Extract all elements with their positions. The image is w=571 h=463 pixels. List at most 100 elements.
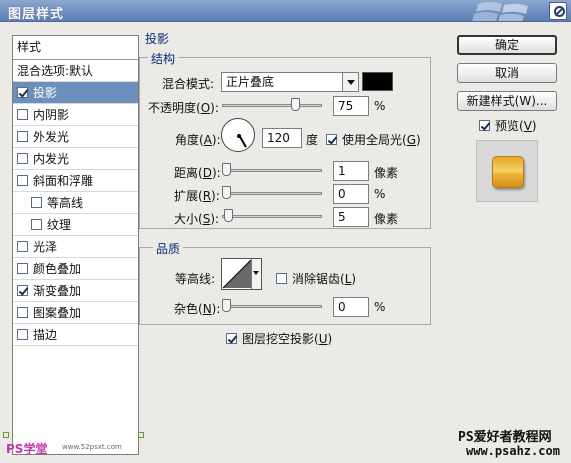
- size-unit: 像素: [374, 212, 399, 226]
- distance-input[interactable]: 1: [333, 161, 369, 181]
- checkbox-icon[interactable]: [17, 263, 28, 274]
- preview-checkbox[interactable]: 预览(V): [479, 117, 537, 134]
- style-list-item-label: 斜面和浮雕: [33, 174, 94, 188]
- opacity-unit: %: [374, 99, 386, 113]
- angle-label: 角度(A):: [175, 133, 221, 147]
- style-list-item-label: 投影: [33, 86, 58, 100]
- style-list-item-label: 外发光: [33, 130, 70, 144]
- style-list-item-label: 内阴影: [33, 108, 70, 122]
- distance-slider[interactable]: [222, 163, 322, 176]
- contour-curve-icon: [222, 259, 252, 289]
- checkbox-icon[interactable]: [326, 134, 337, 145]
- checkbox-icon[interactable]: [17, 329, 28, 340]
- checkbox-icon[interactable]: [17, 131, 28, 142]
- opacity-label: 不透明度(O):: [148, 101, 219, 115]
- spread-input[interactable]: 0: [333, 184, 369, 204]
- opacity-slider[interactable]: [222, 98, 322, 111]
- style-list-item-label: 光泽: [33, 240, 58, 254]
- checkbox-icon[interactable]: [17, 175, 28, 186]
- styles-list: 样式 混合选项:默认投影内阴影外发光内发光斜面和浮雕等高线纹理光泽颜色叠加渐变叠…: [12, 35, 139, 455]
- corner-mark: [3, 432, 9, 438]
- quality-group-title: 品质: [153, 240, 184, 257]
- window-title: 图层样式: [8, 7, 65, 22]
- style-list-item[interactable]: 渐变叠加: [13, 280, 138, 302]
- preview-swatch: [492, 156, 524, 188]
- style-list-item[interactable]: 描边: [13, 324, 138, 346]
- noise-unit: %: [374, 300, 386, 314]
- style-list-item[interactable]: 混合选项:默认: [13, 60, 138, 82]
- checkbox-icon[interactable]: [17, 109, 28, 120]
- contour-label: 等高线:: [175, 272, 216, 286]
- style-list-item[interactable]: 图案叠加: [13, 302, 138, 324]
- style-list-item[interactable]: 外发光: [13, 126, 138, 148]
- style-list-item-label: 渐变叠加: [33, 284, 82, 298]
- style-list-item[interactable]: 内发光: [13, 148, 138, 170]
- checkbox-icon[interactable]: [17, 241, 28, 252]
- contour-dropdown-arrow-icon[interactable]: [251, 259, 261, 289]
- checkbox-icon[interactable]: [226, 333, 237, 344]
- checkbox-icon[interactable]: [17, 87, 28, 98]
- knockout-checkbox[interactable]: 图层挖空投影(U): [226, 330, 332, 347]
- new-style-button[interactable]: 新建样式(W)...: [457, 91, 557, 111]
- style-list-item[interactable]: 颜色叠加: [13, 258, 138, 280]
- spread-slider[interactable]: [222, 186, 322, 199]
- style-list-item[interactable]: 内阴影: [13, 104, 138, 126]
- slider-thumb[interactable]: [222, 186, 231, 199]
- blend-mode-value: 正片叠底: [226, 75, 275, 89]
- blend-mode-select[interactable]: 正片叠底: [221, 72, 359, 92]
- distance-label: 距离(D):: [174, 166, 221, 180]
- style-list-item-label: 内发光: [33, 152, 70, 166]
- checkbox-icon[interactable]: [17, 307, 28, 318]
- spread-label: 扩展(R):: [174, 189, 220, 203]
- style-list-item-label: 纹理: [47, 218, 72, 232]
- opacity-input[interactable]: 75: [333, 96, 369, 116]
- checkbox-icon[interactable]: [276, 273, 287, 284]
- noise-input[interactable]: 0: [333, 297, 369, 317]
- slider-thumb[interactable]: [223, 209, 233, 222]
- styles-list-header[interactable]: 样式: [13, 36, 138, 60]
- angle-dial-center: [237, 134, 241, 138]
- checkbox-icon[interactable]: [31, 197, 42, 208]
- shadow-color-swatch[interactable]: [362, 72, 393, 91]
- blend-mode-label: 混合模式:: [162, 77, 215, 91]
- structure-group-title: 结构: [148, 50, 179, 67]
- slider-thumb[interactable]: [222, 163, 232, 176]
- style-list-item-label: 颜色叠加: [33, 262, 82, 276]
- style-list-item[interactable]: 光泽: [13, 236, 138, 258]
- chevron-down-icon: [342, 73, 358, 91]
- cancel-button[interactable]: 取消: [457, 63, 557, 83]
- close-icon[interactable]: [549, 2, 567, 20]
- watermark-left: PS学堂: [6, 442, 48, 456]
- checkbox-icon[interactable]: [31, 219, 42, 230]
- size-slider[interactable]: [222, 209, 322, 222]
- angle-input[interactable]: 120: [262, 128, 302, 148]
- angle-dial[interactable]: [221, 118, 255, 152]
- anti-alias-checkbox[interactable]: 消除锯齿(L): [276, 270, 356, 287]
- noise-slider[interactable]: [222, 299, 322, 312]
- section-title: 投影: [145, 32, 170, 46]
- style-list-item-label: 混合选项:默认: [17, 64, 94, 78]
- slider-thumb[interactable]: [291, 98, 300, 111]
- corner-mark: [138, 432, 144, 438]
- size-input[interactable]: 5: [333, 207, 369, 227]
- style-preview: [476, 140, 538, 202]
- ok-button[interactable]: 确定: [457, 35, 557, 55]
- watermark-right-url: www.psahz.com: [466, 444, 560, 458]
- windows-logo-icon: [472, 2, 528, 21]
- checkbox-icon[interactable]: [17, 285, 28, 296]
- watermark-left-site: www.52psxt.com: [62, 443, 122, 451]
- slider-thumb[interactable]: [222, 299, 231, 312]
- contour-picker[interactable]: [221, 258, 262, 290]
- noise-label: 杂色(N):: [174, 302, 221, 316]
- checkbox-icon[interactable]: [17, 153, 28, 164]
- spread-unit: %: [374, 187, 386, 201]
- angle-unit: 度: [306, 133, 319, 147]
- style-list-item[interactable]: 斜面和浮雕: [13, 170, 138, 192]
- global-light-checkbox[interactable]: 使用全局光(G): [326, 131, 421, 148]
- style-list-item-label: 图案叠加: [33, 306, 82, 320]
- style-list-item[interactable]: 等高线: [13, 192, 138, 214]
- style-list-item[interactable]: 纹理: [13, 214, 138, 236]
- checkbox-icon[interactable]: [479, 120, 490, 131]
- style-list-item-label: 等高线: [47, 196, 84, 210]
- style-list-item[interactable]: 投影: [13, 82, 138, 104]
